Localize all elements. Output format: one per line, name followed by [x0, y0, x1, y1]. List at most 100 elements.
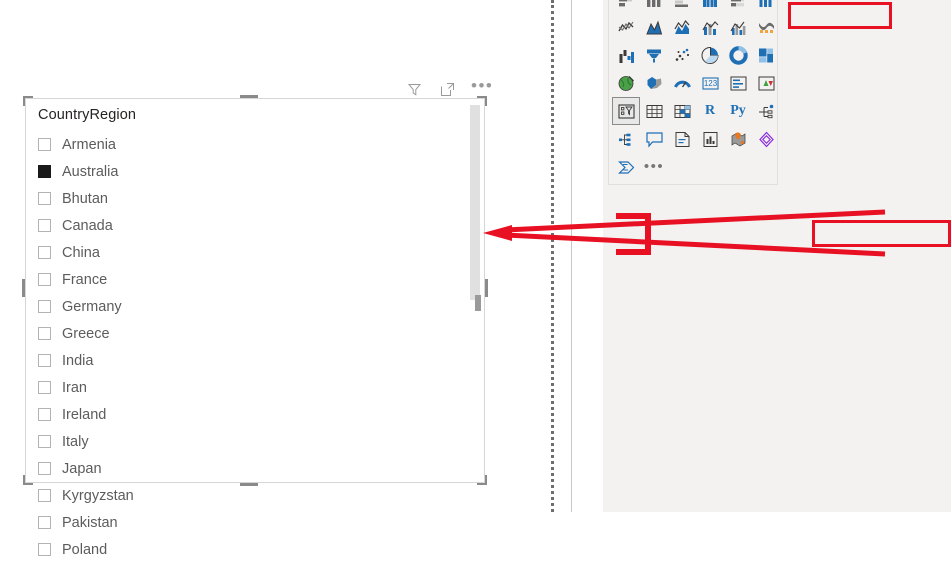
- key-influencers-icon[interactable]: [752, 97, 780, 125]
- slicer-scrollbar-thumb[interactable]: [470, 105, 480, 300]
- area-chart-icon[interactable]: [640, 13, 668, 41]
- slicer-item-checkbox[interactable]: [38, 516, 51, 529]
- slicer-item-checkbox[interactable]: [38, 381, 51, 394]
- slicer-item-checkbox[interactable]: [38, 300, 51, 313]
- resize-handle-top-right[interactable]: [477, 96, 487, 106]
- slicer-item[interactable]: Ireland: [38, 401, 460, 428]
- slicer-item-checkbox[interactable]: [38, 165, 51, 178]
- power-automate-icon[interactable]: [612, 153, 640, 181]
- qa-visual-icon[interactable]: [640, 125, 668, 153]
- gauge-icon[interactable]: [668, 69, 696, 97]
- clustered-column-chart-icon[interactable]: [696, 0, 724, 13]
- more-visuals-icon[interactable]: •••: [640, 153, 668, 181]
- resize-handle-right[interactable]: [485, 279, 488, 297]
- line-chart-icon[interactable]: [612, 13, 640, 41]
- slicer-item[interactable]: Kyrgyzstan: [38, 482, 460, 509]
- stacked-column-chart-icon[interactable]: [640, 0, 668, 13]
- slicer-item[interactable]: China: [38, 239, 460, 266]
- smart-narrative-icon[interactable]: [668, 125, 696, 153]
- annotation-box-countryregion-field: [812, 220, 951, 247]
- power-apps-icon[interactable]: [752, 125, 780, 153]
- resize-handle-bottom[interactable]: [240, 483, 258, 486]
- resize-handle-top-left[interactable]: [23, 96, 33, 106]
- line-and-clustered-column-icon[interactable]: [724, 13, 752, 41]
- slicer-item-checkbox[interactable]: [38, 489, 51, 502]
- slicer-item-checkbox[interactable]: [38, 543, 51, 556]
- slicer-item-label: Ireland: [62, 406, 107, 423]
- slicer-item-checkbox[interactable]: [38, 246, 51, 259]
- resize-handle-bottom-right[interactable]: [477, 475, 487, 485]
- slicer-item[interactable]: Greece: [38, 320, 460, 347]
- python-visual-icon[interactable]: Py: [724, 97, 752, 125]
- slicer-item[interactable]: Germany: [38, 293, 460, 320]
- fields-pane: Customer Address Line 1Address Line 2Bir…: [783, 0, 951, 512]
- filled-map-icon[interactable]: [640, 69, 668, 97]
- slicer-item[interactable]: France: [38, 266, 460, 293]
- slicer-item-checkbox[interactable]: [38, 192, 51, 205]
- more-options-icon[interactable]: •••: [471, 77, 493, 96]
- slicer-scrollbar-grip[interactable]: [475, 295, 481, 311]
- scatter-chart-icon[interactable]: [668, 41, 696, 69]
- slicer-item-checkbox[interactable]: [38, 435, 51, 448]
- visualization-type-gallery[interactable]: 123 R Py •••: [608, 0, 778, 185]
- slicer-item-checkbox[interactable]: [38, 219, 51, 232]
- slicer-item-label: Greece: [62, 325, 110, 342]
- svg-text:123: 123: [703, 79, 717, 88]
- resize-handle-top[interactable]: [240, 95, 258, 98]
- slicer-item-list[interactable]: Armenia Australia Bhutan Canada China France G…: [38, 131, 460, 563]
- slicer-item[interactable]: Italy: [38, 428, 460, 455]
- kpi-icon[interactable]: [752, 69, 780, 97]
- slicer-item-checkbox[interactable]: [38, 462, 51, 475]
- slicer-item[interactable]: India: [38, 347, 460, 374]
- slicer-item-checkbox[interactable]: [38, 138, 51, 151]
- clustered-bar-chart-icon[interactable]: [668, 0, 696, 13]
- slicer-item[interactable]: Poland: [38, 536, 460, 563]
- filter-icon[interactable]: [405, 80, 423, 98]
- slicer-item-checkbox[interactable]: [38, 273, 51, 286]
- slicer-item-checkbox[interactable]: [38, 354, 51, 367]
- report-canvas[interactable]: ••• CountryRegion Armenia Australia Bhutan…: [0, 0, 548, 558]
- decomposition-tree-icon[interactable]: [612, 125, 640, 153]
- slicer-item[interactable]: Japan: [38, 455, 460, 482]
- slicer-icon[interactable]: [612, 97, 640, 125]
- slicer-item-label: Japan: [62, 460, 102, 477]
- treemap-icon[interactable]: [752, 41, 780, 69]
- card-icon[interactable]: 123: [696, 69, 724, 97]
- arcgis-maps-icon[interactable]: [724, 125, 752, 153]
- slicer-item-checkbox[interactable]: [38, 408, 51, 421]
- ribbon-chart-icon[interactable]: [752, 13, 780, 41]
- slicer-title: CountryRegion: [38, 107, 137, 123]
- map-icon[interactable]: [612, 69, 640, 97]
- donut-chart-icon[interactable]: [724, 41, 752, 69]
- line-and-stacked-column-icon[interactable]: [696, 13, 724, 41]
- slicer-item[interactable]: Armenia: [38, 131, 460, 158]
- waterfall-chart-icon[interactable]: [612, 41, 640, 69]
- slicer-item[interactable]: Australia: [38, 158, 460, 185]
- slicer-item-label: Canada: [62, 217, 113, 234]
- slicer-item-label: Armenia: [62, 136, 116, 153]
- slicer-item-checkbox[interactable]: [38, 327, 51, 340]
- funnel-chart-icon[interactable]: [640, 41, 668, 69]
- resize-handle-left[interactable]: [22, 279, 25, 297]
- 100-stacked-bar-chart-icon[interactable]: [724, 0, 752, 13]
- slicer-item[interactable]: Bhutan: [38, 185, 460, 212]
- pie-chart-icon[interactable]: [696, 41, 724, 69]
- table-icon[interactable]: [640, 97, 668, 125]
- paginated-report-icon[interactable]: [696, 125, 724, 153]
- slicer-item-label: India: [62, 352, 94, 369]
- visualizations-pane: 123RPy••• Field CountryRegion Drill thro…: [603, 0, 783, 512]
- stacked-area-chart-icon[interactable]: [668, 13, 696, 41]
- slicer-item[interactable]: Canada: [38, 212, 460, 239]
- multi-row-card-icon[interactable]: [724, 69, 752, 97]
- matrix-icon[interactable]: [668, 97, 696, 125]
- stacked-bar-chart-icon[interactable]: [612, 0, 640, 13]
- slicer-item[interactable]: Pakistan: [38, 509, 460, 536]
- slicer-visual[interactable]: CountryRegion Armenia Australia Bhutan Cana…: [22, 95, 488, 558]
- slicer-item[interactable]: Iran: [38, 374, 460, 401]
- script-glyph: Py: [730, 103, 746, 118]
- 100-stacked-column-chart-icon[interactable]: [752, 0, 780, 13]
- page-boundary-dotted: [551, 0, 554, 512]
- resize-handle-bottom-left[interactable]: [23, 475, 33, 485]
- r-script-visual-icon[interactable]: R: [696, 97, 724, 125]
- focus-mode-icon[interactable]: [438, 80, 456, 98]
